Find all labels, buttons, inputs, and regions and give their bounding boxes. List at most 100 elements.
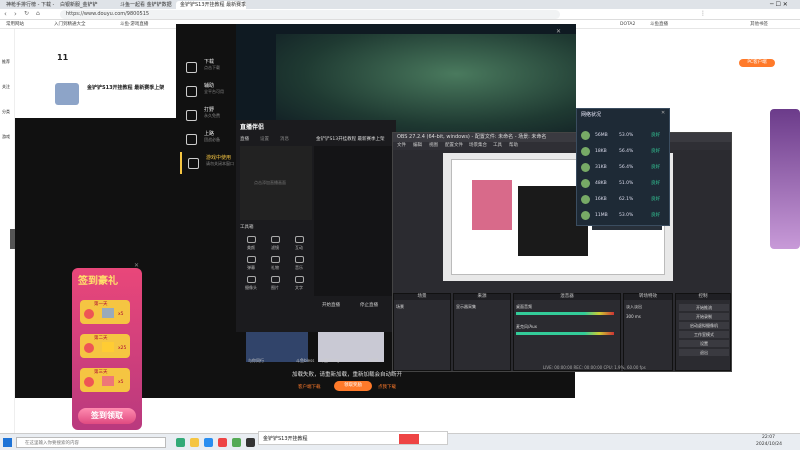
obs-menu-item[interactable]: 文件 <box>397 142 406 150</box>
exit-button[interactable]: 退出 <box>679 349 729 356</box>
window-controls[interactable]: ─ ☐ ✕ <box>770 1 788 8</box>
tool-item[interactable]: 礼物 <box>264 256 286 274</box>
reload-icon[interactable]: ↻ <box>24 10 29 17</box>
net-value: 18KB <box>595 149 607 154</box>
tool-item[interactable]: 美颜 <box>240 236 262 254</box>
rail-item[interactable]: 分类 <box>2 109 10 115</box>
reward-amount: x25 <box>118 346 127 351</box>
taskbar-popup[interactable]: 金铲铲S13开挂教程 <box>258 431 448 445</box>
obs-menu-item[interactable]: 工具 <box>493 142 502 150</box>
popup-button[interactable] <box>399 434 419 444</box>
taskbar: 在这里输入你要搜索的内容 金铲铲S13开挂教程 22:07 2024/10/24 <box>0 431 800 450</box>
client-tab[interactable]: 设置 <box>260 136 269 142</box>
game-close-icon[interactable]: ✕ <box>556 28 561 35</box>
taskbar-search[interactable]: 在这里输入你要搜索的内容 <box>16 437 166 448</box>
bookmark-item[interactable]: 斗鱼·游戏直播 <box>120 20 148 29</box>
obs-menu-item[interactable]: 场景集合 <box>469 142 487 150</box>
edge-icon[interactable] <box>204 438 213 447</box>
transition-select[interactable]: 淡入淡出 <box>626 304 642 310</box>
network-row[interactable]: 56MB 53.0% 良好 <box>581 129 667 142</box>
load-failed-message: 加载失败，请重新加载，重新加载会自动断开 <box>292 372 403 378</box>
menu-title: 下载 <box>204 59 215 65</box>
client-tab[interactable]: 消息 <box>280 136 289 142</box>
nav-back-icon[interactable]: ‹ <box>4 10 7 18</box>
network-row[interactable]: 11MB 53.0% 良好 <box>581 209 667 222</box>
sign-in-button[interactable]: 签到领取 <box>78 408 136 424</box>
sign-in-day[interactable]: 第二天 x25 <box>80 334 130 358</box>
tool-item[interactable]: 弹幕 <box>240 256 262 274</box>
tool-item[interactable]: 文字 <box>288 276 310 294</box>
tool-item[interactable]: 音乐 <box>288 256 310 274</box>
bookmark-item[interactable]: 斗鱼直播 <box>650 20 668 29</box>
network-row[interactable]: 16KB 62.1% 良好 <box>581 193 667 206</box>
stop-stream-button[interactable]: 停止直播 <box>360 302 378 308</box>
tool-item[interactable]: 滤镜 <box>264 236 286 254</box>
browser-tab[interactable]: 神枪手排行榜 - 下载 - 斗鱼 <box>2 1 54 9</box>
app-icon[interactable] <box>218 438 227 447</box>
sign-in-day[interactable]: 第三天 x5 <box>80 368 130 392</box>
app-icon[interactable] <box>176 438 185 447</box>
start-recording-button[interactable]: 开始录制 <box>679 313 729 320</box>
scene-item[interactable]: 场景 <box>396 304 404 310</box>
download-link[interactable]: 点我下载 <box>378 384 396 390</box>
menu-title: 游戏中使用 <box>206 155 232 161</box>
dock-header: 场景 <box>394 294 450 300</box>
bookmark-item[interactable]: DOTA2 <box>620 20 635 29</box>
net-value: 31KB <box>595 165 607 170</box>
network-row[interactable]: 48KB 51.0% 良好 <box>581 177 667 190</box>
tool-item[interactable]: 互动 <box>288 236 310 254</box>
browser-tab[interactable]: 白银新服_金铲铲 <box>56 1 114 9</box>
sign-in-day[interactable]: 第一天 x5 <box>80 300 130 324</box>
transition-duration[interactable]: 300 ms <box>626 314 641 319</box>
settings-button[interactable]: 设置 <box>679 340 729 347</box>
menu-jungle[interactable]: 打野 永久免费 <box>180 104 230 126</box>
jungle-icon <box>186 110 197 121</box>
preview-area[interactable]: 点击添加直播画面 <box>240 146 312 220</box>
tool-item[interactable]: 摄像头 <box>240 276 262 294</box>
obs-menu-item[interactable]: 视图 <box>429 142 438 150</box>
nav-forward-icon[interactable]: › <box>14 10 17 18</box>
network-row[interactable]: 18KB 56.4% 良好 <box>581 145 667 158</box>
rail-item[interactable]: 关注 <box>2 84 10 90</box>
virtual-camera-button[interactable]: 启动虚拟摄像机 <box>679 322 729 329</box>
home-icon[interactable]: ⌂ <box>36 10 40 17</box>
rail-item[interactable]: 游戏 <box>2 134 10 140</box>
network-row[interactable]: 31KB 56.4% 良好 <box>581 161 667 174</box>
avatar-icon <box>581 147 590 156</box>
obs-menu-item[interactable]: 帮助 <box>509 142 518 150</box>
promo-close-icon[interactable]: ✕ <box>134 262 139 269</box>
menu-top[interactable]: 上路 团战必备 <box>180 128 230 150</box>
studio-mode-button[interactable]: 工作室模式 <box>679 331 729 338</box>
streamer-avatar[interactable] <box>55 83 79 105</box>
obs-icon[interactable] <box>246 438 255 447</box>
obs-menu-item[interactable]: 配置文件 <box>445 142 463 150</box>
folder-icon[interactable] <box>190 438 199 447</box>
obs-menu-item[interactable]: 编辑 <box>413 142 422 150</box>
side-promo-banner[interactable] <box>770 109 800 249</box>
bookmark-item[interactable]: 其他书签 <box>750 20 768 29</box>
network-close-icon[interactable]: ✕ <box>661 110 665 116</box>
claim-reward-button[interactable]: 领取奖励 <box>334 381 372 391</box>
pc-client-badge[interactable]: PC客户端 <box>739 59 775 67</box>
tool-item[interactable]: 图片 <box>264 276 286 294</box>
browser-tab[interactable]: 斗鱼一起看 金铲铲数据 <box>116 1 174 9</box>
menu-download[interactable]: 下载 点击下载 <box>180 56 230 78</box>
client-download-link[interactable]: 客户端下载 <box>298 384 321 390</box>
extensions-icon[interactable]: ⋮ <box>700 10 706 17</box>
client-tab[interactable]: 直播 <box>240 136 249 142</box>
start-streaming-button[interactable]: 开始推流 <box>679 304 729 311</box>
menu-assist[interactable]: 辅助 全平台可用 <box>180 80 230 102</box>
rail-item[interactable]: 推荐 <box>2 59 10 65</box>
bookmark-item[interactable]: 常用网站 <box>6 20 24 29</box>
bookmark-item[interactable]: 入门到精通大全 <box>54 20 86 29</box>
start-stream-button[interactable]: 开始直播 <box>322 302 340 308</box>
start-icon[interactable] <box>3 438 12 447</box>
browser-tab-active[interactable]: 金铲铲S13开挂教程 最新赛季上架_斗鱼直播 <box>176 1 246 9</box>
net-state: 良好 <box>651 181 660 186</box>
menu-in-game[interactable]: 游戏中使用 请勿关闭本窗口 <box>180 152 234 174</box>
url-input[interactable]: https://www.douyu.com/9800515 <box>60 10 560 19</box>
net-state: 良好 <box>651 197 660 202</box>
source-item[interactable]: 显示器采集 <box>456 304 476 310</box>
app-icon[interactable] <box>232 438 241 447</box>
top-lane-icon <box>186 134 197 145</box>
